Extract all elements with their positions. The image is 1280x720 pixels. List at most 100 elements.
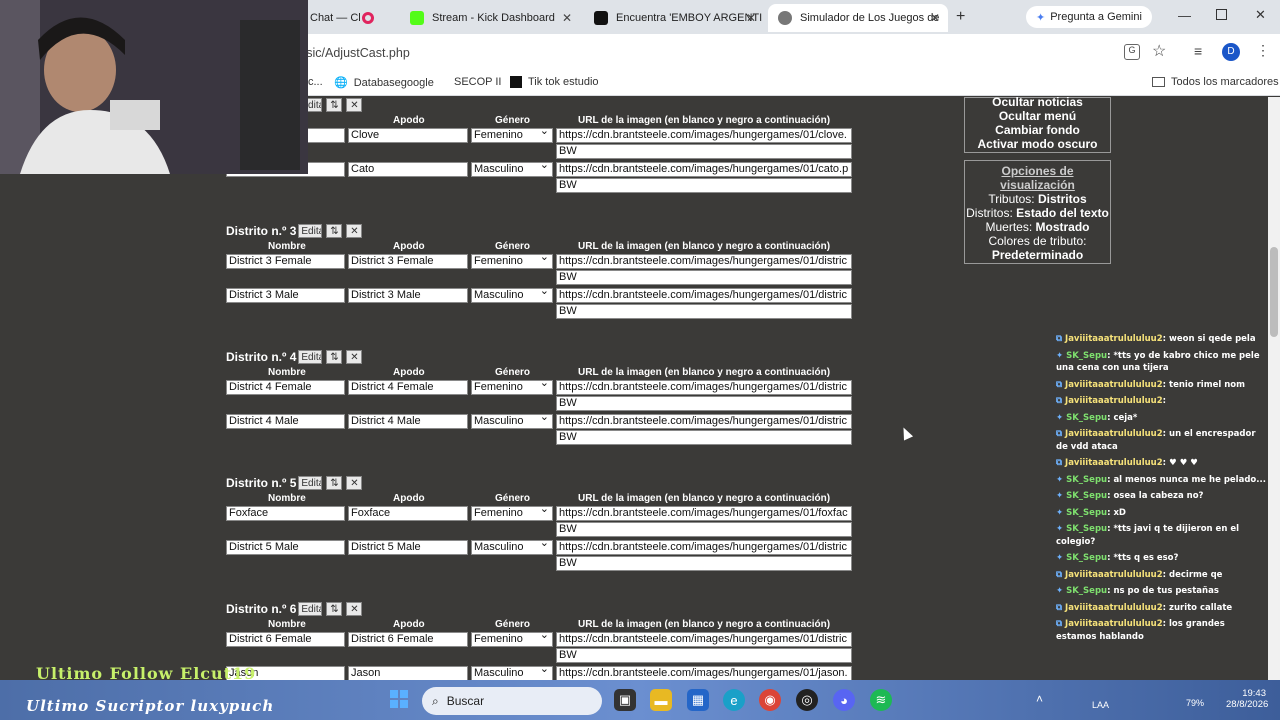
image-url-input[interactable]: https://cdn.brantsteele.com/images/hunge… [556, 506, 852, 521]
new-tab-button[interactable]: + [956, 8, 965, 26]
image-url-input[interactable]: https://cdn.brantsteele.com/images/hunge… [556, 288, 852, 303]
tab-chat[interactable]: Chat — Cl [300, 4, 392, 32]
genero-select[interactable]: Femenino [471, 629, 553, 647]
profile-avatar[interactable]: D [1222, 43, 1240, 61]
genero-select[interactable]: Femenino [471, 251, 553, 269]
delete-button[interactable]: ✕ [346, 602, 363, 616]
tab-kick-dashboard[interactable]: Stream - Kick Dashboard ✕ [400, 4, 580, 32]
nombre-input[interactable]: District 6 Female [226, 632, 345, 647]
url-field[interactable]: ssic/AdjustCast.php [300, 40, 410, 66]
apodo-input[interactable]: Foxface [348, 506, 468, 521]
edit-button[interactable]: Edita [298, 602, 323, 616]
bw-url-input[interactable]: BW [556, 144, 852, 159]
sort-button[interactable]: ⇅ [326, 476, 343, 490]
apodo-input[interactable]: Cato [348, 162, 468, 177]
nombre-input[interactable]: District 5 Male [226, 540, 345, 555]
apodo-input[interactable]: District 4 Male [348, 414, 468, 429]
task-view-icon[interactable]: ▣ [614, 689, 636, 711]
image-url-input[interactable]: https://cdn.brantsteele.com/images/hunge… [556, 380, 852, 395]
sort-button[interactable]: ⇅ [326, 98, 343, 112]
edit-button[interactable]: Edita [298, 476, 323, 490]
close-icon[interactable]: ✕ [930, 11, 940, 25]
image-url-input[interactable]: https://cdn.brantsteele.com/images/hunge… [556, 128, 852, 143]
bw-url-input[interactable]: BW [556, 648, 852, 663]
genero-select[interactable]: Masculino [471, 411, 553, 429]
nombre-input[interactable]: Foxface [226, 506, 345, 521]
bw-url-input[interactable]: BW [556, 556, 852, 571]
sort-button[interactable]: ⇅ [326, 224, 343, 238]
bookmark-tiktok[interactable]: Tik tok estudio [510, 76, 599, 88]
discord-icon[interactable]: ◕ [833, 689, 855, 711]
genero-select[interactable]: Masculino [471, 663, 553, 681]
image-url-input[interactable]: https://cdn.brantsteele.com/images/hunge… [556, 540, 852, 555]
nombre-input[interactable]: District 3 Male [226, 288, 345, 303]
image-url-input[interactable]: https://cdn.brantsteele.com/images/hunge… [556, 414, 852, 429]
bw-url-input[interactable]: BW [556, 178, 852, 193]
edit-button[interactable]: Edita [298, 350, 323, 364]
hide-menu-link[interactable]: Ocultar menú [965, 109, 1110, 123]
dark-mode-link[interactable]: Activar modo oscuro [965, 137, 1110, 151]
sort-button[interactable]: ⇅ [326, 602, 343, 616]
bookmark-item[interactable]: c... [308, 76, 323, 88]
genero-select[interactable]: Femenino [471, 503, 553, 521]
delete-button[interactable]: ✕ [346, 350, 363, 364]
bw-url-input[interactable]: BW [556, 304, 852, 319]
store-icon[interactable]: ▦ [687, 689, 709, 711]
windows-start-button[interactable] [390, 690, 408, 708]
bookmark-databasegoogle[interactable]: 🌐 Databasegoogle [334, 76, 434, 90]
apodo-input[interactable]: District 3 Male [348, 288, 468, 303]
bw-url-input[interactable]: BW [556, 522, 852, 537]
menu-icon[interactable]: ⋮ [1256, 42, 1270, 59]
genero-select[interactable]: Masculino [471, 537, 553, 555]
tray-chevron-icon[interactable]: ˄ [1036, 692, 1043, 706]
close-icon[interactable]: ✕ [562, 11, 572, 25]
genero-select[interactable]: Femenino [471, 377, 553, 395]
image-url-input[interactable]: https://cdn.brantsteele.com/images/hunge… [556, 632, 852, 647]
delete-button[interactable]: ✕ [346, 98, 363, 112]
edge-icon[interactable]: e [723, 689, 745, 711]
star-icon[interactable]: ☆ [1152, 41, 1166, 61]
apodo-input[interactable]: Clove [348, 128, 468, 143]
tab-simulador[interactable]: Simulador de Los Juegos de ✕ [768, 4, 948, 32]
bw-url-input[interactable]: BW [556, 396, 852, 411]
media-icon[interactable]: ≡ [1194, 43, 1202, 59]
genero-select[interactable]: Masculino [471, 159, 553, 177]
genero-select[interactable]: Femenino [471, 125, 553, 143]
taskbar-search[interactable]: ⌕ Buscar [422, 687, 602, 715]
apodo-input[interactable]: District 4 Female [348, 380, 468, 395]
close-window-button[interactable]: ✕ [1255, 7, 1266, 23]
image-url-input[interactable]: https://cdn.brantsteele.com/images/hunge… [556, 666, 852, 681]
image-url-input[interactable]: https://cdn.brantsteele.com/images/hunge… [556, 162, 852, 177]
maximize-button[interactable] [1216, 9, 1227, 20]
nombre-input[interactable]: District 3 Female [226, 254, 345, 269]
image-url-input[interactable]: https://cdn.brantsteele.com/images/hunge… [556, 254, 852, 269]
edit-button[interactable]: Edita [298, 224, 323, 238]
bw-url-input[interactable]: BW [556, 270, 852, 285]
genero-select[interactable]: Masculino [471, 285, 553, 303]
bw-url-input[interactable]: BW [556, 430, 852, 445]
chrome-icon[interactable]: ◉ [759, 689, 781, 711]
apodo-input[interactable]: District 5 Male [348, 540, 468, 555]
display-options-title[interactable]: Opciones de visualización [965, 164, 1110, 192]
hide-news-link[interactable]: Ocultar noticias [965, 95, 1110, 109]
delete-button[interactable]: ✕ [346, 224, 363, 238]
minimize-button[interactable]: — [1178, 8, 1191, 23]
file-explorer-icon[interactable]: ▬ [650, 689, 672, 711]
sort-button[interactable]: ⇅ [326, 350, 343, 364]
bookmark-secop[interactable]: SECOP II [454, 76, 501, 88]
gemini-button[interactable]: ✦ Pregunta a Gemini [1026, 6, 1152, 28]
delete-button[interactable]: ✕ [346, 476, 363, 490]
apodo-input[interactable]: Jason [348, 666, 468, 681]
obs-icon[interactable]: ◎ [796, 689, 818, 711]
all-bookmarks[interactable]: Todos los marcadores [1152, 76, 1279, 88]
change-bg-link[interactable]: Cambiar fondo [965, 123, 1110, 137]
nombre-input[interactable]: District 4 Male [226, 414, 345, 429]
translate-icon[interactable]: G [1124, 44, 1140, 60]
apodo-input[interactable]: District 3 Female [348, 254, 468, 269]
spotify-icon[interactable]: ≋ [870, 689, 892, 711]
scrollbar-thumb[interactable] [1270, 247, 1278, 337]
tab-tiktok[interactable]: Encuentra 'EMBOY ARGENTI ✕ [584, 4, 764, 32]
close-icon[interactable]: ✕ [746, 11, 756, 25]
clock[interactable]: 19:43 28/8/2026 [1226, 688, 1268, 710]
apodo-input[interactable]: District 6 Female [348, 632, 468, 647]
